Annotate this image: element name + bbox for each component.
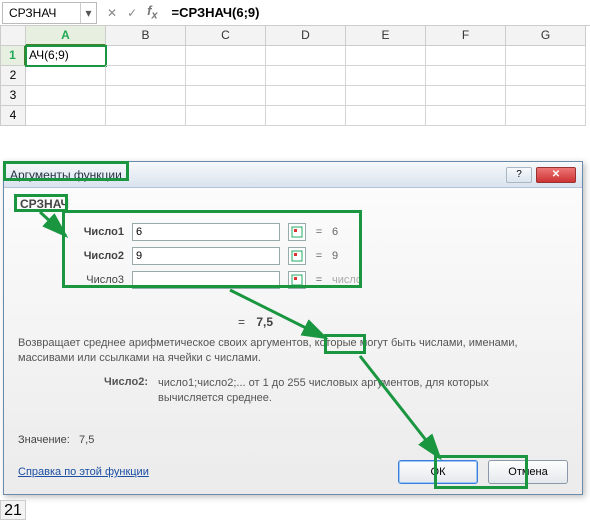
row-header-3[interactable]: 3 [0, 86, 26, 106]
arg3-input[interactable] [132, 271, 280, 289]
dialog-close-button[interactable]: ✕ [536, 167, 576, 183]
arg1-ref-picker-icon[interactable] [288, 223, 306, 241]
col-header-E[interactable]: E [346, 26, 426, 46]
cell-G1[interactable] [506, 46, 586, 66]
help-icon: ? [516, 169, 522, 180]
row-header-4[interactable]: 4 [0, 106, 26, 126]
col-header-A[interactable]: A [26, 26, 106, 46]
cell-C1[interactable] [186, 46, 266, 66]
arg3-label: Число3 [64, 274, 124, 286]
cell-E1[interactable] [346, 46, 426, 66]
arg1-input[interactable] [132, 223, 280, 241]
ok-button[interactable]: ОК [398, 460, 478, 484]
dialog-help-button[interactable]: ? [506, 167, 532, 183]
column-headers: A B C D E F G [0, 26, 590, 46]
cell-F1[interactable] [426, 46, 506, 66]
arg2-input[interactable] [132, 247, 280, 265]
cell-A1[interactable]: АЧ(6;9) [26, 46, 106, 66]
cancel-button[interactable]: Отмена [488, 460, 568, 484]
name-box[interactable]: СРЗНАЧ ▾ [2, 2, 97, 24]
name-box-text: СРЗНАЧ [9, 6, 56, 20]
dialog-titlebar[interactable]: Аргументы функции ? ✕ [4, 162, 582, 188]
dialog-title: Аргументы функции [10, 168, 122, 182]
col-header-D[interactable]: D [266, 26, 346, 46]
argdesc-label: Число2: [78, 376, 158, 406]
bottom-value: 7,5 [79, 434, 94, 446]
col-header-G[interactable]: G [506, 26, 586, 46]
value-line: Значение: 7,5 [18, 434, 568, 446]
arg3-ref-picker-icon[interactable] [288, 271, 306, 289]
argument-description: Число2: число1;число2;... от 1 до 255 чи… [78, 376, 568, 406]
fx-icon[interactable]: fx [147, 3, 157, 22]
function-arguments-dialog: Аргументы функции ? ✕ СРЗНАЧ Число1 = 6 … [3, 161, 583, 495]
enter-formula-icon[interactable]: ✓ [127, 6, 137, 20]
arg2-result: 9 [332, 250, 338, 262]
arg2-ref-picker-icon[interactable] [288, 247, 306, 265]
cell-A2[interactable] [26, 66, 106, 86]
formula-bar-input[interactable] [168, 2, 590, 24]
function-name-label: СРЗНАЧ [18, 196, 71, 212]
argdesc-text: число1;число2;... от 1 до 255 числовых а… [158, 376, 568, 406]
eq-sign: = [314, 226, 324, 238]
function-description: Возвращает среднее арифметическое своих … [18, 336, 568, 366]
cell-B1[interactable] [106, 46, 186, 66]
row-header-2[interactable]: 2 [0, 66, 26, 86]
col-header-F[interactable]: F [426, 26, 506, 46]
arguments-table: Число1 = 6 Число2 = 9 Число3 = число [64, 220, 568, 292]
close-icon: ✕ [552, 169, 560, 180]
result-line: = 7,5 [18, 314, 568, 330]
arg3-result: число [332, 274, 362, 286]
row-header-stub[interactable]: 21 [0, 500, 26, 520]
help-link[interactable]: Справка по этой функции [18, 466, 149, 478]
arg1-label: Число1 [64, 226, 124, 238]
arg2-label: Число2 [64, 250, 124, 262]
name-box-dropdown-icon[interactable]: ▾ [80, 3, 96, 23]
col-header-B[interactable]: B [106, 26, 186, 46]
cell-D1[interactable] [266, 46, 346, 66]
arg1-result: 6 [332, 226, 338, 238]
col-header-C[interactable]: C [186, 26, 266, 46]
cancel-formula-icon[interactable]: ✕ [107, 6, 117, 20]
select-all-corner[interactable] [0, 26, 26, 46]
result-value: 7,5 [252, 314, 277, 330]
row-header-1[interactable]: 1 [0, 46, 26, 66]
